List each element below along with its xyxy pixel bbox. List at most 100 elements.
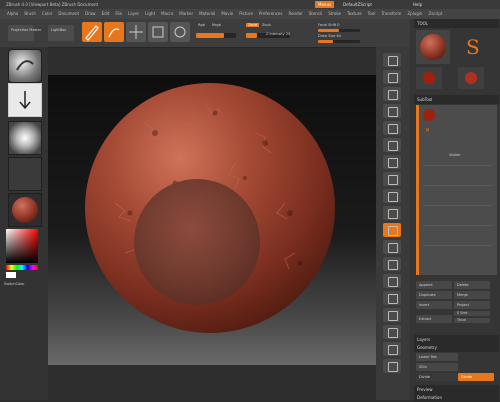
primary-color-swatch[interactable] [6, 272, 16, 278]
lightbox-button[interactable]: LightBox [48, 25, 74, 41]
solo-icon [388, 345, 398, 355]
polyf-button[interactable] [383, 291, 401, 305]
default-zscript-button[interactable]: DefaultZScript [340, 1, 375, 8]
xpose-button[interactable] [383, 359, 401, 373]
menu-texture[interactable]: Texture [347, 9, 362, 19]
menu-light[interactable]: Light [145, 9, 155, 19]
menu-transform[interactable]: Transform [381, 9, 401, 19]
menu-macro[interactable]: Macro [161, 9, 173, 19]
menu-color[interactable]: Color [42, 9, 52, 19]
menu-preferences[interactable]: Preferences [259, 9, 283, 19]
focal-shift-slider[interactable] [318, 29, 360, 32]
scroll-button[interactable] [383, 87, 401, 101]
zbrush-logo-icon: S [458, 32, 488, 62]
menu-brush[interactable]: Brush [24, 9, 36, 19]
menus-toggle-button[interactable]: Menus [315, 1, 335, 8]
rotate-button[interactable] [170, 22, 190, 42]
menu-material[interactable]: Material [199, 9, 215, 19]
geometry-section[interactable]: Geometry [414, 343, 499, 352]
menu-alpha[interactable]: Alpha [7, 9, 18, 19]
xyz-button[interactable] [383, 206, 401, 220]
spix-button[interactable] [383, 70, 401, 84]
switch-color-label[interactable]: SwitchColor [4, 282, 25, 286]
bpr-button[interactable] [383, 53, 401, 67]
projection-master-button[interactable]: Projection Master [8, 25, 41, 41]
xpose-icon [388, 362, 398, 372]
move-button[interactable] [383, 240, 401, 254]
delete-button[interactable]: Delete [454, 281, 490, 289]
insert-button[interactable]: Insert [416, 301, 452, 309]
scale-button[interactable] [383, 257, 401, 271]
duplicate-button[interactable]: Duplicate [416, 291, 452, 299]
menu-zplugin[interactable]: Zplugin [407, 9, 422, 19]
sdiv-slider[interactable]: SDiv [416, 363, 458, 371]
actual-button[interactable] [383, 121, 401, 135]
transp-button[interactable] [383, 308, 401, 322]
sphere-tool-thumbnail[interactable] [458, 67, 484, 89]
alpha-thumbnail[interactable] [8, 121, 42, 155]
rotate-button[interactable] [383, 274, 401, 288]
draw-size-label: Draw Size 64 [318, 34, 342, 38]
edit-button[interactable] [82, 22, 102, 42]
extract-button[interactable]: Extract [416, 315, 452, 323]
draw-button[interactable] [104, 22, 124, 42]
menu-tool[interactable]: Tool [368, 9, 376, 19]
material-thumbnail[interactable] [8, 193, 42, 227]
divide-button[interactable]: Divide [458, 373, 494, 381]
zsub-button[interactable]: Zsub [262, 23, 271, 27]
subtool-list[interactable]: ✕ Visible [416, 105, 497, 275]
menu-file[interactable]: File [115, 9, 122, 19]
merge-button[interactable]: Merge [454, 291, 490, 299]
ghost-button[interactable] [383, 325, 401, 339]
move-button[interactable] [126, 22, 146, 42]
solo-button[interactable] [383, 342, 401, 356]
menu-stroke[interactable]: Stroke [328, 9, 341, 19]
subtool-header[interactable]: SubTool [414, 95, 499, 104]
menu-movie[interactable]: Movie [221, 9, 233, 19]
help-button[interactable]: Help [410, 1, 425, 8]
color-picker[interactable] [6, 229, 38, 263]
rgb-label: Rgb [198, 23, 205, 27]
scale-icon [152, 26, 164, 38]
extract-thick-field[interactable]: Thick [454, 318, 490, 323]
aahalf-button[interactable] [383, 138, 401, 152]
extract-s-smt-field[interactable]: S Smt [454, 311, 490, 316]
lower-res-button[interactable]: Lower Res [416, 353, 458, 361]
frame-button[interactable] [383, 223, 401, 237]
rgb-intensity-slider[interactable] [196, 33, 236, 38]
divider [423, 225, 493, 226]
hue-slider[interactable] [6, 265, 38, 270]
tool-palette: TOOL S SubTool ✕ Visible Append Delete D… [410, 19, 500, 402]
deformation-section[interactable]: Deformation [414, 393, 499, 402]
persp-button[interactable] [383, 155, 401, 169]
divider [423, 165, 493, 166]
menu-draw[interactable]: Draw [85, 9, 95, 19]
project-button[interactable]: Project [454, 301, 490, 309]
zoom-button[interactable] [383, 104, 401, 118]
zadd-button[interactable]: Zadd [246, 23, 259, 27]
floor-button[interactable] [383, 172, 401, 186]
stroke-thumbnail[interactable] [8, 83, 42, 117]
menu-render[interactable]: Render [288, 9, 302, 19]
append-button[interactable]: Append [416, 281, 452, 289]
material-sphere-icon [12, 197, 38, 223]
menu-document[interactable]: Document [58, 9, 79, 19]
texture-thumbnail[interactable] [8, 157, 42, 191]
menu-picture[interactable]: Picture [239, 9, 253, 19]
divide-row[interactable]: Divide [416, 373, 462, 381]
menu-stencil[interactable]: Stencil [309, 9, 323, 19]
divider [423, 185, 493, 186]
local-button[interactable] [383, 189, 401, 203]
current-tool-thumbnail[interactable] [416, 30, 450, 64]
menu-marker[interactable]: Marker [179, 9, 193, 19]
scale-button[interactable] [148, 22, 168, 42]
menu-layer[interactable]: Layer [128, 9, 139, 19]
menu-edit[interactable]: Edit [102, 9, 110, 19]
draw-size-slider[interactable] [318, 40, 360, 43]
z-intensity-fill [246, 33, 257, 38]
simple-brush-thumbnail[interactable] [416, 67, 442, 89]
menu-zscript[interactable]: Zscript [428, 9, 442, 19]
brush-thumbnail[interactable] [8, 49, 42, 83]
close-icon[interactable]: ✕ [425, 127, 430, 134]
document-canvas[interactable] [48, 75, 376, 365]
